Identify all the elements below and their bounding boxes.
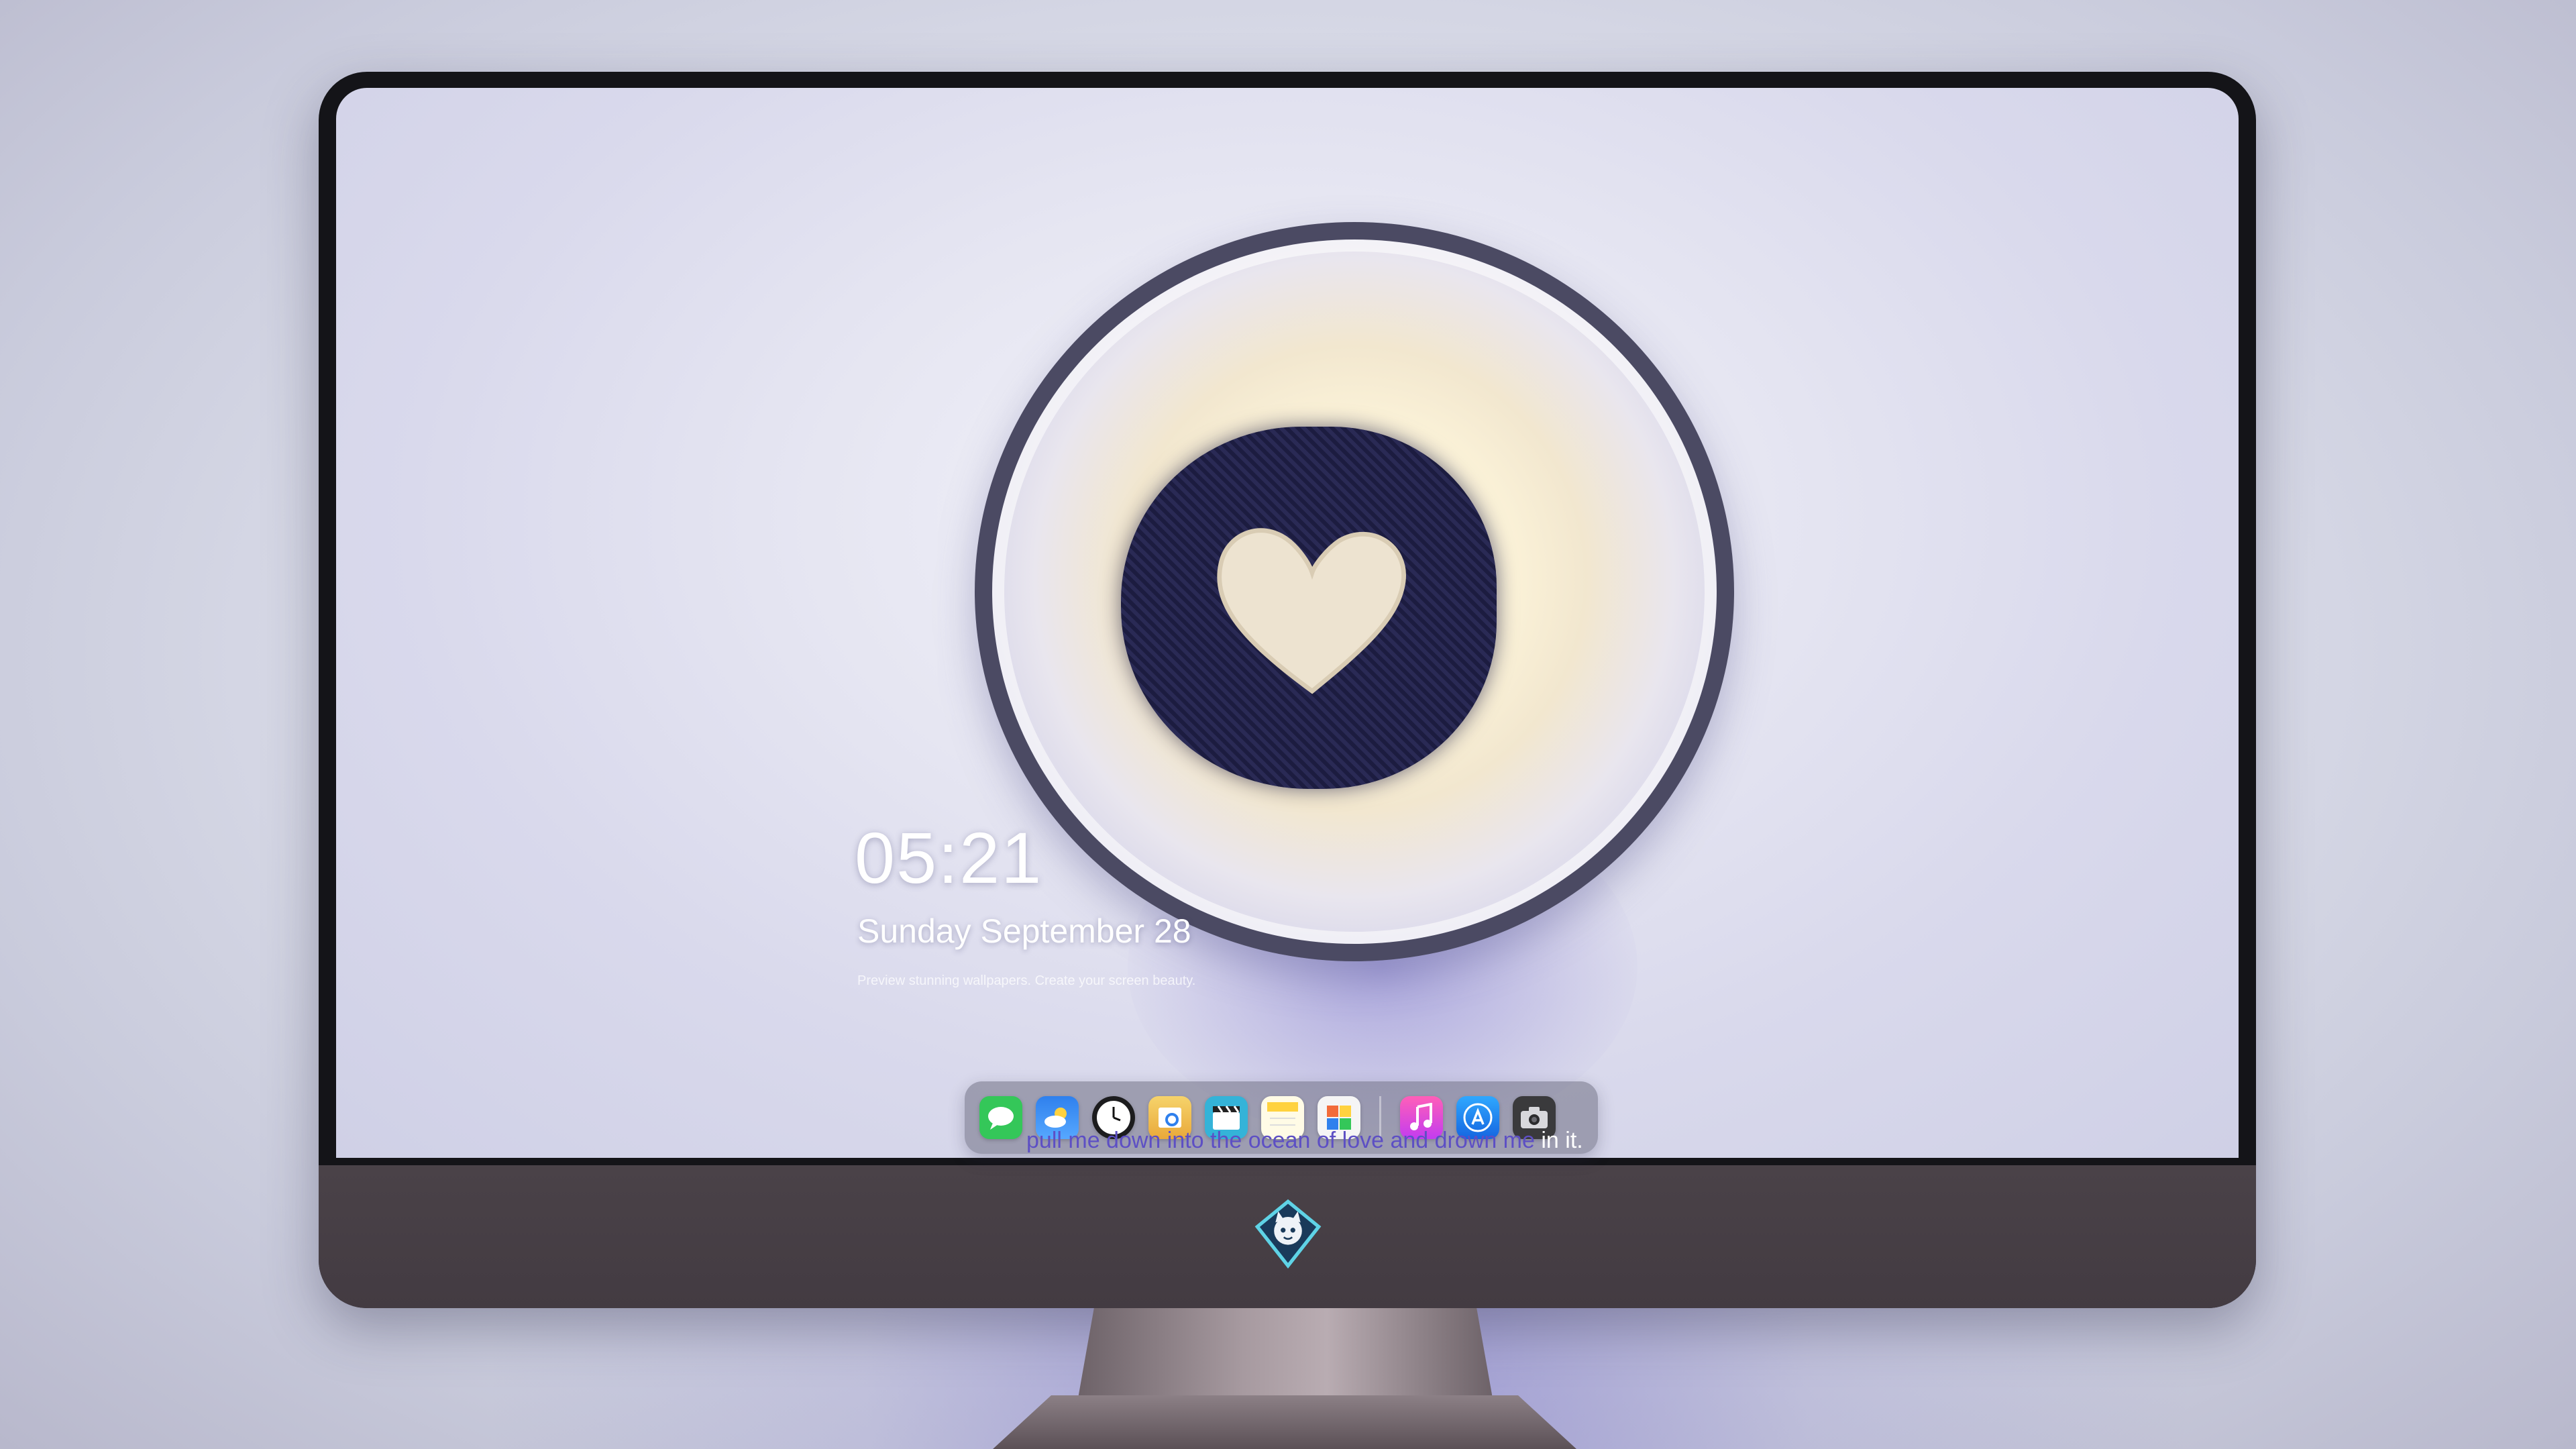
monitor-stand xyxy=(1077,1308,1493,1402)
lockscreen-date: Sunday September 28 xyxy=(857,912,1191,950)
messages-icon[interactable] xyxy=(979,1096,1022,1139)
wallpaper-heart xyxy=(1217,528,1406,694)
lyric-sung: pull me down into the ocean of love and … xyxy=(1026,1128,1535,1153)
cat-diamond-logo-icon[interactable] xyxy=(1253,1199,1323,1269)
monitor-chin xyxy=(319,1165,2256,1308)
desktop-screen: 05:21 Sunday September 28 Preview stunni… xyxy=(336,88,2239,1158)
lyric-remaining: in it. xyxy=(1534,1128,1583,1153)
lockscreen-time: 05:21 xyxy=(855,817,1043,898)
lyric-overlay: pull me down into the ocean of love and … xyxy=(1026,1128,1583,1154)
lockscreen-subtitle: Preview stunning wallpapers. Create your… xyxy=(857,973,1196,988)
monitor-stand-base xyxy=(993,1395,1576,1449)
